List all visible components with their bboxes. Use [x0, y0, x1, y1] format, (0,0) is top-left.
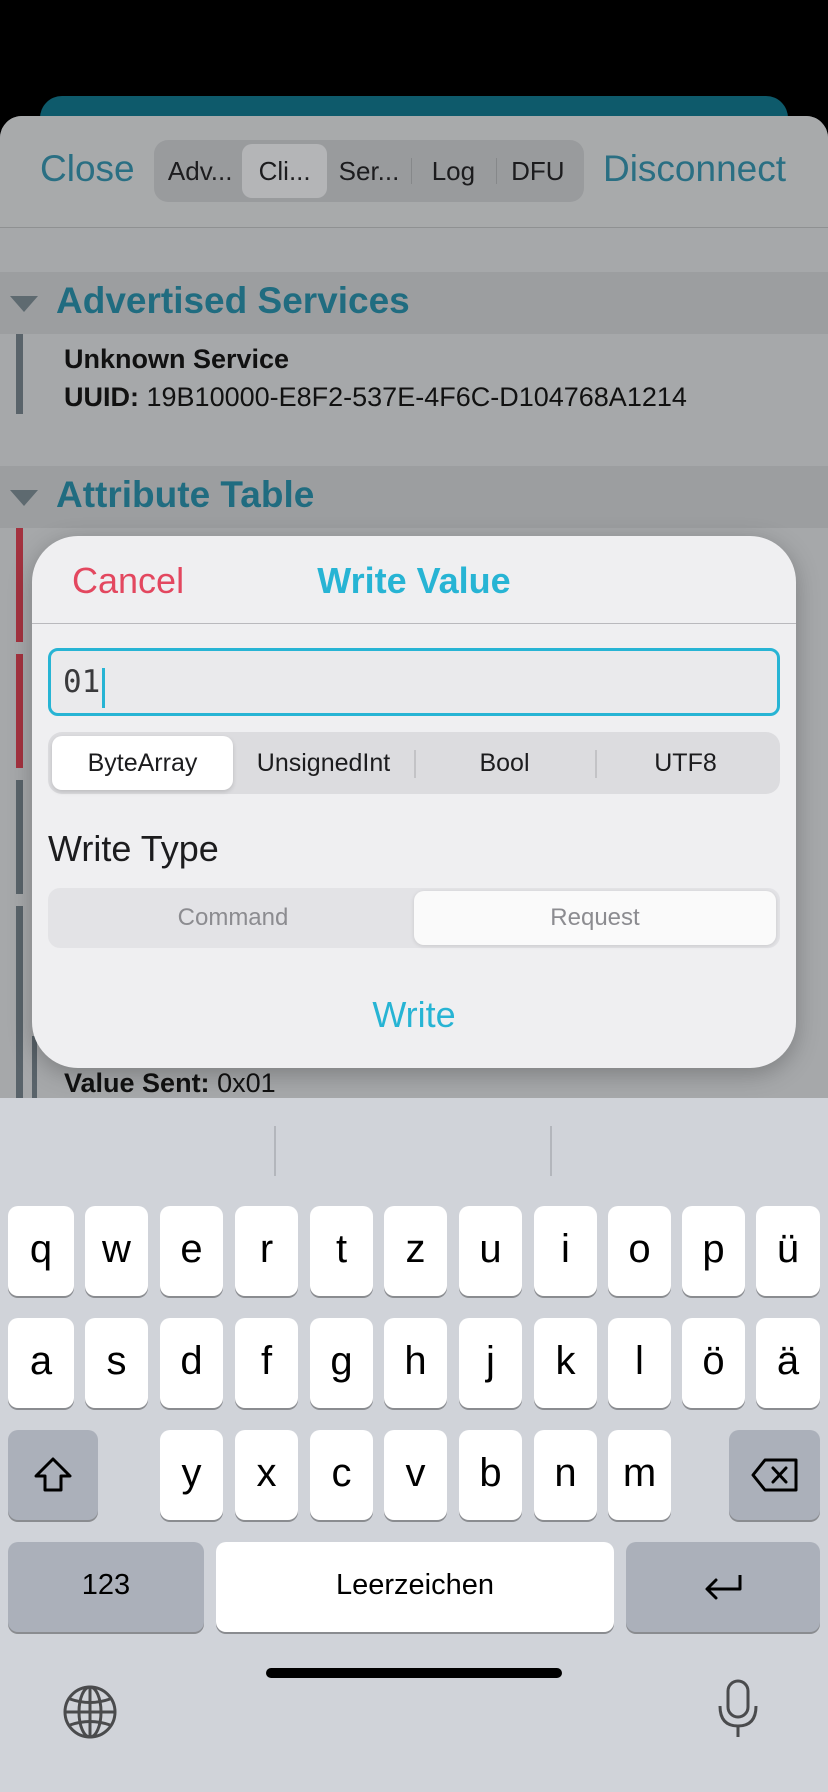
attribute-indicator-bar — [16, 780, 23, 894]
section-title: Advertised Services — [56, 280, 410, 321]
prediction-divider — [550, 1126, 552, 1176]
key-z[interactable]: z — [384, 1206, 447, 1296]
format-segmented-control: ByteArray UnsignedInt Bool UTF8 — [48, 732, 780, 794]
backspace-icon — [751, 1458, 797, 1492]
service-uuid: UUID: 19B10000-E8F2-537E-4F6C-D104768A12… — [64, 382, 687, 413]
return-icon — [705, 1575, 742, 1600]
keyboard: q w e r t z u i o p ü a s d f g h j k l … — [0, 1098, 828, 1792]
key-v[interactable]: v — [384, 1430, 447, 1520]
format-utf8[interactable]: UTF8 — [595, 736, 776, 790]
format-bytearray[interactable]: ByteArray — [52, 736, 233, 790]
tab-advertisement[interactable]: Adv... — [158, 144, 242, 198]
microphone-icon[interactable] — [716, 1678, 760, 1745]
key-c[interactable]: c — [310, 1430, 373, 1520]
key-s[interactable]: s — [85, 1318, 148, 1408]
value-sent-value: 0x01 — [217, 1068, 276, 1098]
key-r[interactable]: r — [235, 1206, 298, 1296]
attribute-indicator-bar — [16, 654, 23, 768]
key-i[interactable]: i — [534, 1206, 597, 1296]
section-title: Attribute Table — [56, 474, 315, 515]
tab-server[interactable]: Ser... — [327, 144, 411, 198]
disclosure-triangle-icon — [10, 296, 38, 312]
tab-client[interactable]: Cli... — [242, 144, 327, 198]
tab-dfu[interactable]: DFU — [495, 144, 580, 198]
view-tabs: Adv... Cli... Ser... Log DFU — [154, 140, 584, 202]
key-k[interactable]: k — [534, 1318, 597, 1408]
service-name: Unknown Service — [64, 344, 290, 374]
return-key[interactable] — [626, 1542, 820, 1632]
key-m[interactable]: m — [608, 1430, 671, 1520]
uuid-value: 19B10000-E8F2-537E-4F6C-D104768A1214 — [146, 382, 687, 412]
key-n[interactable]: n — [534, 1430, 597, 1520]
numbers-key[interactable]: 123 — [8, 1542, 204, 1632]
value-sent: Value Sent: 0x01 — [64, 1068, 276, 1099]
write-type-label: Write Type — [48, 828, 219, 869]
space-key[interactable]: Leerzeichen — [216, 1542, 614, 1632]
nav-bar: Close Adv... Cli... Ser... Log DFU Disco… — [0, 116, 828, 228]
write-type-segmented-control: Command Request — [48, 888, 780, 948]
value-sent-label: Value Sent: — [64, 1068, 210, 1098]
value-input-text: 01 — [63, 664, 101, 700]
format-bool[interactable]: Bool — [414, 736, 595, 790]
key-p[interactable]: p — [682, 1206, 745, 1296]
key-x[interactable]: x — [235, 1430, 298, 1520]
dialog-title: Write Value — [317, 560, 511, 601]
attribute-indicator-bar — [16, 906, 23, 1116]
service-indicator-bar — [16, 334, 23, 414]
backspace-key[interactable] — [729, 1430, 820, 1520]
advertised-services-header[interactable]: Advertised Services — [0, 272, 828, 334]
disclosure-triangle-icon — [10, 490, 38, 506]
shift-icon — [34, 1457, 72, 1492]
prediction-divider — [274, 1126, 276, 1176]
attribute-indicator-bar — [16, 528, 23, 642]
uuid-label: UUID: — [64, 382, 139, 412]
key-h[interactable]: h — [384, 1318, 447, 1408]
key-g[interactable]: g — [310, 1318, 373, 1408]
dialog-header: Cancel Write Value — [32, 536, 796, 624]
key-u[interactable]: u — [459, 1206, 522, 1296]
key-t[interactable]: t — [310, 1206, 373, 1296]
write-value-dialog: Cancel Write Value 01 ByteArray Unsigned… — [32, 536, 796, 1068]
key-q[interactable]: q — [8, 1206, 74, 1296]
attribute-table-header[interactable]: Attribute Table — [0, 466, 828, 528]
close-button[interactable]: Close — [40, 148, 135, 190]
write-type-request[interactable]: Request — [414, 891, 776, 945]
key-e[interactable]: e — [160, 1206, 223, 1296]
key-j[interactable]: j — [459, 1318, 522, 1408]
key-a-umlaut[interactable]: ä — [756, 1318, 820, 1408]
key-u-umlaut[interactable]: ü — [756, 1206, 820, 1296]
shift-key[interactable] — [8, 1430, 98, 1520]
tab-log[interactable]: Log — [411, 144, 495, 198]
write-type-command[interactable]: Command — [52, 891, 414, 945]
key-a[interactable]: a — [8, 1318, 74, 1408]
key-o[interactable]: o — [608, 1206, 671, 1296]
key-f[interactable]: f — [235, 1318, 298, 1408]
key-d[interactable]: d — [160, 1318, 223, 1408]
globe-icon[interactable] — [62, 1684, 118, 1745]
home-indicator[interactable] — [266, 1668, 562, 1678]
key-y[interactable]: y — [160, 1430, 223, 1520]
write-button[interactable]: Write — [32, 994, 796, 1036]
disconnect-button[interactable]: Disconnect — [603, 148, 786, 190]
key-o-umlaut[interactable]: ö — [682, 1318, 745, 1408]
text-caret — [102, 667, 106, 708]
key-w[interactable]: w — [85, 1206, 148, 1296]
key-l[interactable]: l — [608, 1318, 671, 1408]
format-unsignedint[interactable]: UnsignedInt — [233, 736, 414, 790]
value-input[interactable]: 01 — [48, 648, 780, 716]
key-b[interactable]: b — [459, 1430, 522, 1520]
